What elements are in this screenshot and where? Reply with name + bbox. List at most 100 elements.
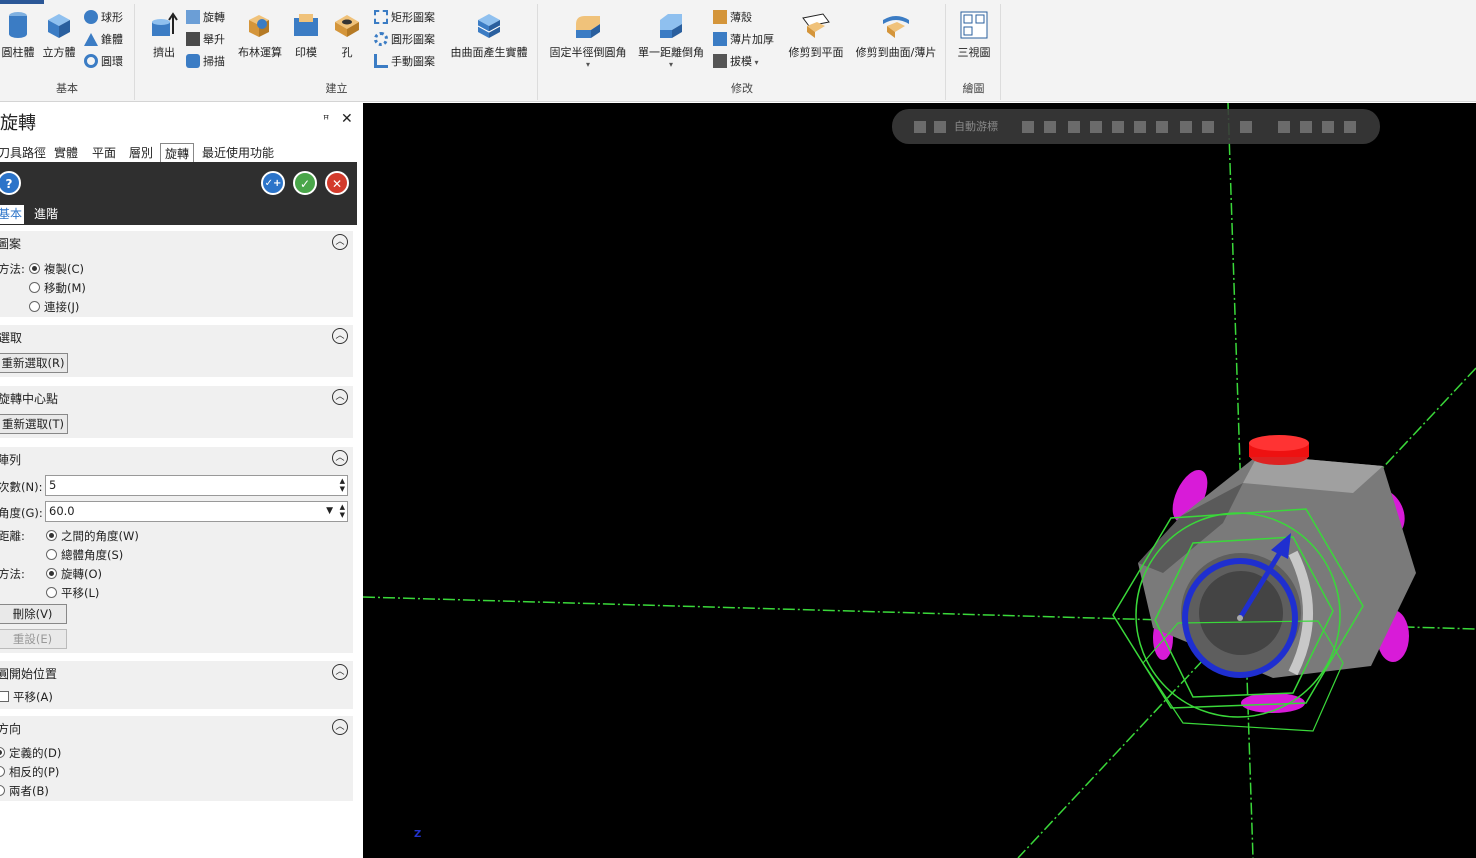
pointer-icon[interactable] xyxy=(1068,121,1080,133)
select-all-icon[interactable] xyxy=(1202,121,1214,133)
shell-button[interactable]: 薄殼 xyxy=(713,8,752,28)
clear-select-icon[interactable] xyxy=(1300,121,1312,133)
manual-pattern-button[interactable]: 手動圖案 xyxy=(374,52,435,72)
spinner-icon[interactable]: ▲ ▼ xyxy=(340,503,345,519)
collapse-icon[interactable]: ︿ xyxy=(332,719,348,735)
radio-translate[interactable]: 平移(L) xyxy=(46,585,99,601)
auto-cursor-label[interactable]: 自動游標 xyxy=(954,118,998,134)
auto-cursor-icon[interactable] xyxy=(934,121,946,133)
rect-pattern-button[interactable]: 矩形圖案 xyxy=(374,8,435,28)
radio-join[interactable]: 連接(J) xyxy=(29,299,79,315)
view-toolbar: 自動游標 xyxy=(892,109,1380,144)
trim-to-plane-button[interactable]: 修剪到平面 xyxy=(785,10,847,60)
cone-button[interactable]: 錐體 xyxy=(84,30,123,50)
checkbox-icon xyxy=(0,691,9,702)
reset-button[interactable]: 重設(E) xyxy=(0,629,67,649)
window-select-icon[interactable] xyxy=(1240,121,1252,133)
revolve-button[interactable]: 旋轉 xyxy=(186,8,225,28)
array-method-label: 方法: xyxy=(0,567,25,581)
rotate-view-icon[interactable] xyxy=(1322,121,1334,133)
help-icon[interactable]: ? xyxy=(0,171,21,195)
cancel-icon[interactable]: ✕ xyxy=(325,171,349,195)
three-view-button[interactable]: 三視圖 xyxy=(953,10,995,60)
sphere-button[interactable]: 球形 xyxy=(84,8,123,28)
dropdown-arrow-icon: ▾ xyxy=(668,60,673,69)
subtab-advanced[interactable]: 進階 xyxy=(32,205,60,224)
radio-both[interactable]: 兩者(B) xyxy=(0,783,49,799)
delete-button[interactable]: 刪除(V) xyxy=(0,604,67,624)
tab-rotate[interactable]: 旋轉 xyxy=(160,143,195,163)
tab-planes[interactable]: 平面 xyxy=(88,143,120,162)
undo-view-icon[interactable] xyxy=(1344,121,1356,133)
reselect-center-button[interactable]: 重新選取(T) xyxy=(0,414,68,434)
radio-total-angle[interactable]: 總體角度(S) xyxy=(46,547,123,563)
close-icon[interactable]: ✕ xyxy=(341,111,353,127)
snap-icon[interactable] xyxy=(1044,121,1056,133)
subtab-basic[interactable]: 基本 xyxy=(0,205,25,224)
apply-new-icon[interactable]: ✓+ xyxy=(261,171,285,195)
boolean-button[interactable]: 布林運算 xyxy=(234,10,286,60)
trim-plane-icon xyxy=(802,13,830,38)
pin-icon[interactable]: ꟸ xyxy=(323,113,329,126)
radio-icon xyxy=(46,587,57,598)
collapse-icon[interactable]: ︿ xyxy=(332,389,348,405)
tab-levels[interactable]: 層別 xyxy=(125,143,157,162)
angle-field[interactable]: 60.0 ▲ ▼ ▼ xyxy=(45,501,348,522)
select-solid-icon[interactable] xyxy=(1156,121,1168,133)
lock-icon[interactable] xyxy=(914,121,926,133)
count-field[interactable]: 5 ▲ ▼ xyxy=(45,475,348,496)
draft-icon xyxy=(713,54,727,68)
radio-defined[interactable]: 定義的(D) xyxy=(0,745,61,761)
radio-reversed[interactable]: 相反的(P) xyxy=(0,764,59,780)
tab-solids[interactable]: 實體 xyxy=(50,143,82,162)
extrude-icon xyxy=(152,12,178,36)
group-label: 修改 xyxy=(731,82,753,95)
extrude-button[interactable]: 擠出 xyxy=(144,10,184,60)
radio-rotate[interactable]: 旋轉(O) xyxy=(46,566,102,582)
verify-icon[interactable] xyxy=(1278,121,1290,133)
select-edge-icon[interactable] xyxy=(1134,121,1146,133)
draft-button[interactable]: 拔模 ▾ xyxy=(713,52,759,72)
graphics-viewport[interactable]: 自動游標 Z xyxy=(363,103,1476,858)
dropdown-arrow-icon: ▾ xyxy=(585,60,590,69)
cylinder-button[interactable]: 圓柱體 xyxy=(0,10,36,60)
collapse-icon[interactable]: ︿ xyxy=(332,450,348,466)
shell-icon xyxy=(713,10,727,24)
radio-between-angle[interactable]: 之間的角度(W) xyxy=(46,528,139,544)
tab-recent[interactable]: 最近使用功能 xyxy=(198,143,278,162)
reselect-button[interactable]: 重新選取(R) xyxy=(0,353,68,373)
dropdown-arrow-icon[interactable]: ▼ xyxy=(326,502,333,521)
section-header: 方向 xyxy=(0,722,22,736)
chamfer-button[interactable]: 單一距離倒角 ▾ xyxy=(633,10,709,69)
radio-icon xyxy=(29,282,40,293)
loft-button[interactable]: 舉升 xyxy=(186,30,225,50)
trim-to-surface-button[interactable]: 修剪到曲面/薄片 xyxy=(851,10,941,60)
trim-surface-icon xyxy=(883,16,909,38)
ok-icon[interactable]: ✓ xyxy=(293,171,317,195)
tab-toolpaths[interactable]: 刀具路徑 xyxy=(0,143,50,162)
radio-copy[interactable]: 複製(C) xyxy=(29,261,84,277)
sweep-button[interactable]: 掃描 xyxy=(186,52,225,72)
circ-pattern-button[interactable]: 圓形圖案 xyxy=(374,30,435,50)
section-header: 圓開始位置 xyxy=(0,667,58,681)
emboss-button[interactable]: 印模 xyxy=(288,10,324,60)
three-view-icon xyxy=(960,11,988,39)
select-body-icon[interactable] xyxy=(1090,121,1102,133)
fillet-icon xyxy=(576,16,600,38)
collapse-icon[interactable]: ︿ xyxy=(332,664,348,680)
collapse-icon[interactable]: ︿ xyxy=(332,328,348,344)
shading-icon[interactable] xyxy=(1180,121,1192,133)
count-label: 次數(N): xyxy=(0,480,43,494)
hole-button[interactable]: 孔 xyxy=(332,10,362,60)
spinner-icon[interactable]: ▲ ▼ xyxy=(340,477,345,493)
thicken-button[interactable]: 薄片加厚 xyxy=(713,30,774,50)
radio-move[interactable]: 移動(M) xyxy=(29,280,86,296)
select-face-icon[interactable] xyxy=(1112,121,1124,133)
collapse-icon[interactable]: ︿ xyxy=(332,234,348,250)
solid-from-surface-button[interactable]: 由曲面產生實體 xyxy=(446,10,532,60)
xyz-icon[interactable] xyxy=(1022,121,1034,133)
const-fillet-button[interactable]: 固定半徑倒圓角 ▾ xyxy=(545,10,631,69)
translate-checkbox[interactable]: 平移(A) xyxy=(0,689,53,705)
torus-button[interactable]: 圓環 xyxy=(84,52,123,72)
box-button[interactable]: 立方體 xyxy=(40,10,78,60)
